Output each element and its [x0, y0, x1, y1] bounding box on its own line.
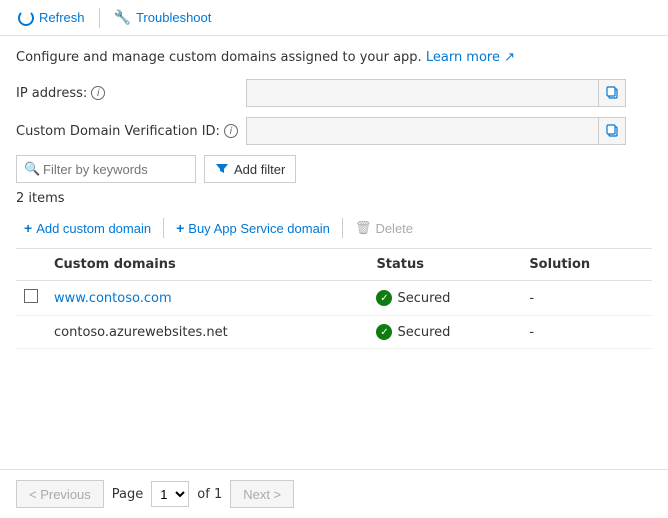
next-button[interactable]: Next >	[230, 480, 294, 508]
ip-address-label: IP address: i	[16, 86, 246, 101]
buy-app-service-domain-label: Buy App Service domain	[188, 221, 330, 236]
col-solution: Solution	[521, 249, 652, 281]
troubleshoot-button[interactable]: 🔧 Troubleshoot	[108, 6, 218, 29]
cdv-input[interactable]	[246, 117, 626, 145]
cdv-copy-button[interactable]	[598, 117, 626, 145]
row1-checkbox[interactable]	[24, 289, 38, 303]
row2-solution-cell: -	[521, 316, 652, 349]
table-header-row: Custom domains Status Solution	[16, 249, 652, 281]
pagination-footer: < Previous Page 1 of 1 Next >	[0, 469, 668, 518]
row2-checkbox-cell	[16, 316, 46, 349]
col-checkbox	[16, 249, 46, 281]
action-separator-1	[163, 218, 164, 238]
action-separator-2	[342, 218, 343, 238]
toolbar: Refresh 🔧 Troubleshoot	[0, 0, 668, 36]
table-row: www.contoso.com ✓ Secured -	[16, 281, 652, 316]
plus-icon-2: +	[176, 220, 184, 236]
previous-button[interactable]: < Previous	[16, 480, 104, 508]
cdv-input-wrap	[246, 117, 626, 145]
row1-domain-link[interactable]: www.contoso.com	[54, 291, 172, 306]
row2-status-cell: ✓ Secured	[368, 316, 521, 349]
cdv-info-icon[interactable]: i	[224, 124, 238, 138]
refresh-icon	[18, 10, 34, 26]
ip-address-copy-button[interactable]	[598, 79, 626, 107]
copy-icon	[606, 124, 620, 138]
secured-icon-2: ✓	[376, 324, 392, 340]
delete-label: Delete	[375, 221, 413, 236]
troubleshoot-label: Troubleshoot	[136, 10, 211, 25]
main-content: Configure and manage custom domains assi…	[0, 36, 668, 349]
domains-table: Custom domains Status Solution www.conto…	[16, 249, 652, 349]
row1-checkbox-cell	[16, 281, 46, 316]
copy-icon	[606, 86, 620, 100]
ip-address-info-icon[interactable]: i	[91, 86, 105, 100]
page-label: Page	[112, 487, 143, 502]
filter-input-wrap: 🔍	[16, 155, 196, 183]
wrench-icon: 🔧	[114, 9, 131, 26]
filter-bar: 🔍 Add filter	[16, 155, 652, 183]
row2-domain: contoso.azurewebsites.net	[54, 325, 228, 340]
funnel-icon	[215, 162, 229, 176]
description: Configure and manage custom domains assi…	[16, 50, 652, 65]
cdv-row: Custom Domain Verification ID: i	[16, 117, 652, 145]
filter-input[interactable]	[16, 155, 196, 183]
add-filter-label: Add filter	[234, 162, 285, 177]
toolbar-separator	[99, 8, 100, 28]
cdv-label: Custom Domain Verification ID: i	[16, 124, 246, 139]
delete-icon: 🗑	[355, 220, 372, 236]
add-custom-domain-button[interactable]: + Add custom domain	[16, 216, 159, 240]
col-status: Status	[368, 249, 521, 281]
col-custom-domains: Custom domains	[46, 249, 368, 281]
refresh-label: Refresh	[39, 10, 85, 25]
search-icon: 🔍	[24, 162, 40, 177]
table-row: contoso.azurewebsites.net ✓ Secured -	[16, 316, 652, 349]
page-select[interactable]: 1	[151, 481, 189, 507]
buy-app-service-domain-button[interactable]: + Buy App Service domain	[168, 216, 338, 240]
row2-status: Secured	[397, 325, 450, 340]
secured-icon: ✓	[376, 290, 392, 306]
of-label: of 1	[197, 487, 222, 502]
row1-domain-cell: www.contoso.com	[46, 281, 368, 316]
add-filter-button[interactable]: Add filter	[204, 155, 296, 183]
row1-status: Secured	[397, 291, 450, 306]
plus-icon: +	[24, 220, 32, 236]
ip-address-input[interactable]	[246, 79, 626, 107]
action-bar: + Add custom domain + Buy App Service do…	[16, 216, 652, 249]
row1-status-cell: ✓ Secured	[368, 281, 521, 316]
row1-solution-cell: -	[521, 281, 652, 316]
items-count: 2 items	[16, 191, 652, 206]
description-text: Configure and manage custom domains assi…	[16, 50, 422, 65]
ip-address-row: IP address: i	[16, 79, 652, 107]
delete-button[interactable]: 🗑 Delete	[347, 216, 421, 240]
learn-more-link[interactable]: Learn more ↗	[426, 50, 515, 65]
ip-address-input-wrap	[246, 79, 626, 107]
add-custom-domain-label: Add custom domain	[36, 221, 151, 236]
row2-domain-cell: contoso.azurewebsites.net	[46, 316, 368, 349]
refresh-button[interactable]: Refresh	[12, 7, 91, 29]
